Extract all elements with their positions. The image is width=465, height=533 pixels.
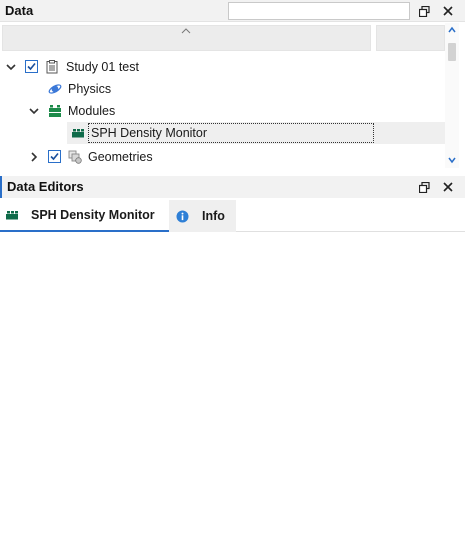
study-checkbox[interactable]: [25, 60, 38, 73]
column-header-row: [0, 23, 445, 53]
study-label: Study 01 test: [66, 60, 139, 74]
tree-item-modules[interactable]: Modules: [0, 100, 445, 122]
restore-window-icon[interactable]: [416, 3, 432, 19]
search-input[interactable]: [228, 2, 410, 20]
tree-item-study[interactable]: Study 01 test: [0, 56, 445, 78]
close-icon[interactable]: [440, 3, 456, 19]
scroll-up-icon[interactable]: [447, 25, 457, 35]
scroll-down-icon[interactable]: [447, 155, 457, 165]
tab-label: SPH Density Monitor: [31, 208, 155, 222]
data-panel-header: Data: [0, 0, 465, 22]
modules-icon: [49, 105, 61, 117]
physics-label: Physics: [68, 82, 112, 96]
geometries-icon: [68, 150, 82, 164]
tab-info[interactable]: Info: [169, 200, 236, 232]
column-header-name[interactable]: [2, 25, 371, 51]
restore-window-icon[interactable]: [416, 179, 432, 195]
module-item-icon: [72, 129, 84, 138]
editor-tab-bar: SPH Density Monitor Info: [0, 200, 465, 232]
geometries-label: Geometries: [88, 150, 153, 164]
data-editors-header: Data Editors: [0, 176, 465, 198]
physics-icon: [48, 84, 62, 94]
tree-item-sph-density-monitor[interactable]: SPH Density Monitor: [67, 122, 445, 144]
geometries-checkbox[interactable]: [48, 150, 61, 163]
info-icon: [176, 210, 189, 222]
module-item-label: SPH Density Monitor: [91, 126, 208, 140]
tab-label: Info: [202, 209, 225, 223]
sort-ascending-icon: [181, 28, 191, 34]
scroll-thumb[interactable]: [448, 43, 456, 61]
column-header-value[interactable]: [376, 25, 445, 51]
tree-item-physics[interactable]: Physics: [0, 78, 445, 100]
editors-focus-accent: [0, 176, 2, 198]
chevron-down-icon[interactable]: [28, 105, 40, 117]
editor-content-area: [0, 233, 465, 533]
tree-item-geometries[interactable]: Geometries: [0, 146, 445, 168]
close-icon[interactable]: [440, 179, 456, 195]
data-editors-title: Data Editors: [7, 179, 84, 194]
tab-sph-density-monitor[interactable]: SPH Density Monitor: [0, 200, 169, 232]
modules-icon: [6, 211, 18, 220]
chevron-right-icon[interactable]: [28, 151, 40, 163]
modules-label: Modules: [68, 104, 116, 118]
tree-scrollbar[interactable]: [445, 23, 459, 168]
study-document-icon: [46, 60, 58, 74]
data-panel-title: Data: [5, 3, 34, 18]
chevron-down-icon[interactable]: [5, 61, 17, 73]
